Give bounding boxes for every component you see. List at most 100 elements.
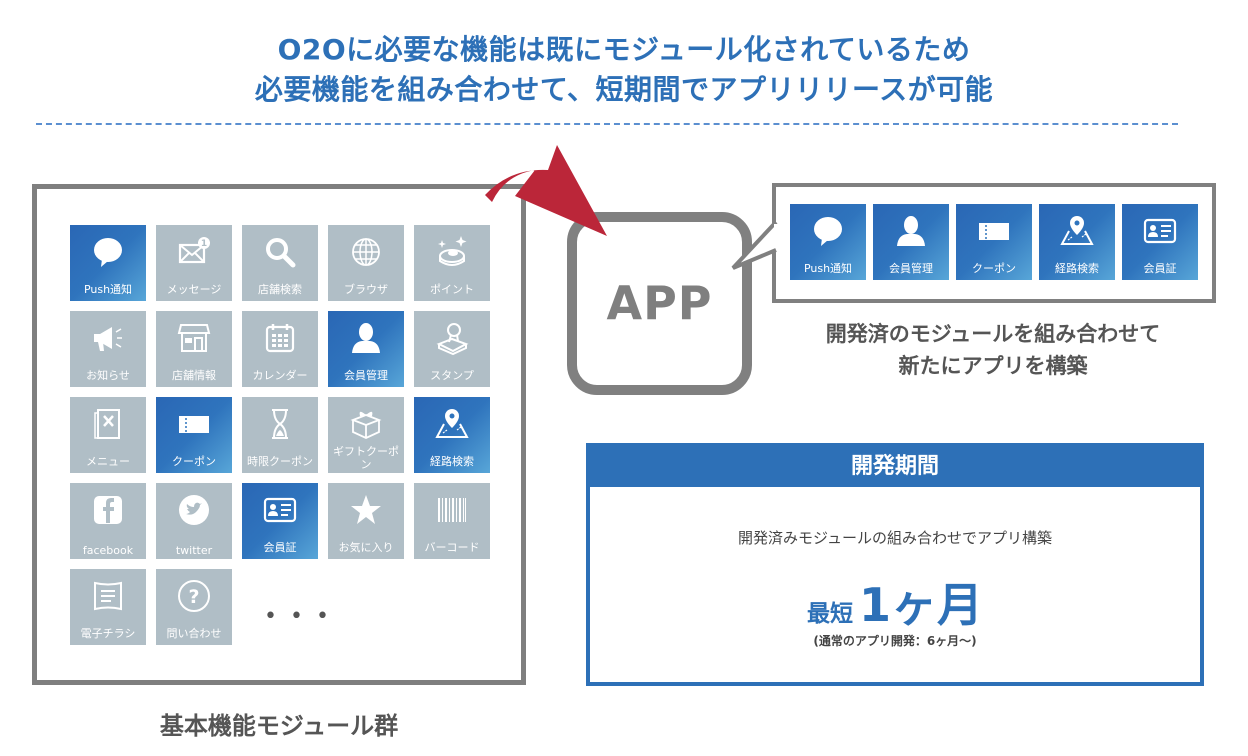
period-note: (通常のアプリ開発：6ヶ月〜) — [813, 634, 977, 648]
twitter-icon — [156, 491, 232, 529]
module-tile[interactable]: スタンプ — [414, 311, 490, 387]
module-tile[interactable]: 会員証 — [242, 483, 318, 559]
module-tile[interactable]: メニュー — [70, 397, 146, 473]
barcode-icon — [414, 491, 490, 529]
module-tile[interactable]: ギフトクーポン — [328, 397, 404, 473]
headline-line-1: O2Oに必要な機能は既にモジュール化されているため — [277, 33, 971, 66]
dashed-divider — [36, 123, 1178, 125]
module-tile-label: クーポン — [172, 455, 216, 468]
period-duration: 1ヶ月 — [858, 578, 983, 632]
question-icon: ? — [156, 577, 232, 615]
period-description: 開発済みモジュールの組み合わせでアプリ構築 — [738, 529, 1052, 547]
globe-icon — [328, 233, 404, 271]
module-tile-label: スタンプ — [430, 369, 474, 382]
module-tile-label: 店舗検索 — [258, 283, 302, 296]
more-indicator: • • • — [264, 604, 332, 629]
app-caption: 開発済のモジュールを組み合わせて 新たにアプリを構築 — [770, 318, 1216, 382]
module-tile-label: Push通知 — [83, 283, 133, 296]
module-tile-label: 会員管理 — [344, 369, 388, 382]
module-tile-label: 問い合わせ — [166, 627, 222, 640]
stamp-icon — [414, 319, 490, 357]
map-pin-icon — [414, 405, 490, 443]
flyer-icon — [70, 577, 146, 615]
module-tile[interactable]: 経路検索 — [1039, 204, 1115, 280]
module-tile[interactable]: 会員管理 — [873, 204, 949, 280]
star-icon — [328, 491, 404, 529]
module-tile[interactable]: ポイント — [414, 225, 490, 301]
magnifier-icon — [242, 233, 318, 271]
module-tile-label: 会員証 — [263, 541, 297, 554]
module-tile-label: ブラウザ — [344, 283, 388, 296]
period-value: 最短 1ヶ月 — [590, 569, 1200, 635]
module-tile-label: ギフトクーポン — [333, 445, 399, 471]
development-period-box: 開発期間 開発済みモジュールの組み合わせでアプリ構築 最短 1ヶ月 (通常のアプリ… — [586, 443, 1204, 686]
module-tile-label: 店舗情報 — [172, 369, 216, 382]
user-icon — [873, 212, 949, 250]
member-card-icon — [1122, 212, 1198, 250]
module-tile[interactable]: ブラウザ — [328, 225, 404, 301]
ticket-icon — [956, 212, 1032, 250]
module-tile-label: お気に入り — [338, 541, 394, 554]
module-tile[interactable]: 店舗情報 — [156, 311, 232, 387]
menu-book-icon — [70, 405, 146, 443]
module-tile[interactable]: バーコード — [414, 483, 490, 559]
module-tile[interactable]: Push通知 — [790, 204, 866, 280]
module-tile-label: Push通知 — [803, 262, 853, 275]
member-card-icon — [242, 491, 318, 529]
speech-bubble-icon — [70, 233, 146, 271]
user-icon — [328, 319, 404, 357]
envelope-badge-icon: 1 — [156, 233, 232, 271]
app-box: APP — [567, 212, 752, 395]
module-tile-label: 会員管理 — [889, 262, 933, 275]
module-tile-label: 経路検索 — [1055, 262, 1099, 275]
module-tile[interactable]: クーポン — [956, 204, 1032, 280]
speech-bubble-icon — [790, 212, 866, 250]
module-tile[interactable]: カレンダー — [242, 311, 318, 387]
gift-icon — [328, 405, 404, 443]
module-tile[interactable]: 電子チラシ — [70, 569, 146, 645]
point-coin-icon — [414, 233, 490, 271]
svg-text:?: ? — [188, 586, 199, 608]
module-tile-label: お知らせ — [86, 369, 130, 382]
period-prefix: 最短 — [806, 601, 853, 627]
module-tile[interactable]: クーポン — [156, 397, 232, 473]
module-tile[interactable]: 店舗検索 — [242, 225, 318, 301]
megaphone-icon — [70, 319, 146, 357]
module-tile-label: facebook — [82, 544, 134, 557]
headline-line-2: 必要機能を組み合わせて、短期間でアプリリリースが可能 — [254, 73, 994, 106]
module-tile-label: 電子チラシ — [80, 627, 136, 640]
app-caption-line-1: 開発済のモジュールを組み合わせて — [825, 322, 1161, 346]
map-pin-icon — [1039, 212, 1115, 250]
storefront-icon — [156, 319, 232, 357]
module-tile[interactable]: お知らせ — [70, 311, 146, 387]
calendar-icon — [242, 319, 318, 357]
module-tile-label: 会員証 — [1143, 262, 1177, 275]
module-tile-label: カレンダー — [252, 369, 308, 382]
app-caption-line-2: 新たにアプリを構築 — [898, 354, 1088, 378]
module-tile[interactable]: 経路検索 — [414, 397, 490, 473]
module-tile-label: メニュー — [86, 455, 130, 468]
hourglass-icon — [242, 405, 318, 443]
module-tile-label: メッセージ — [166, 283, 222, 296]
module-tile[interactable]: 時限クーポン — [242, 397, 318, 473]
svg-text:1: 1 — [201, 239, 207, 249]
module-tile-label: クーポン — [972, 262, 1016, 275]
module-tile[interactable]: facebook — [70, 483, 146, 559]
module-tile-label: 時限クーポン — [247, 455, 313, 468]
module-tile-label: ポイント — [430, 283, 474, 296]
module-tile[interactable]: ? 問い合わせ — [156, 569, 232, 645]
module-tile[interactable]: 会員証 — [1122, 204, 1198, 280]
module-tile-label: バーコード — [424, 541, 480, 554]
module-tile[interactable]: 1 メッセージ — [156, 225, 232, 301]
facebook-icon — [70, 491, 146, 529]
app-label: APP — [606, 276, 713, 330]
period-title: 開発期間 — [590, 447, 1200, 487]
module-tile-label: 経路検索 — [430, 455, 474, 468]
module-grid-caption: 基本機能モジュール群 — [159, 712, 399, 740]
module-tile[interactable]: 会員管理 — [328, 311, 404, 387]
module-tile[interactable]: Push通知 — [70, 225, 146, 301]
module-tile[interactable]: twitter — [156, 483, 232, 559]
module-tile-label: twitter — [175, 544, 213, 557]
ticket-icon — [156, 405, 232, 443]
module-tile[interactable]: お気に入り — [328, 483, 404, 559]
